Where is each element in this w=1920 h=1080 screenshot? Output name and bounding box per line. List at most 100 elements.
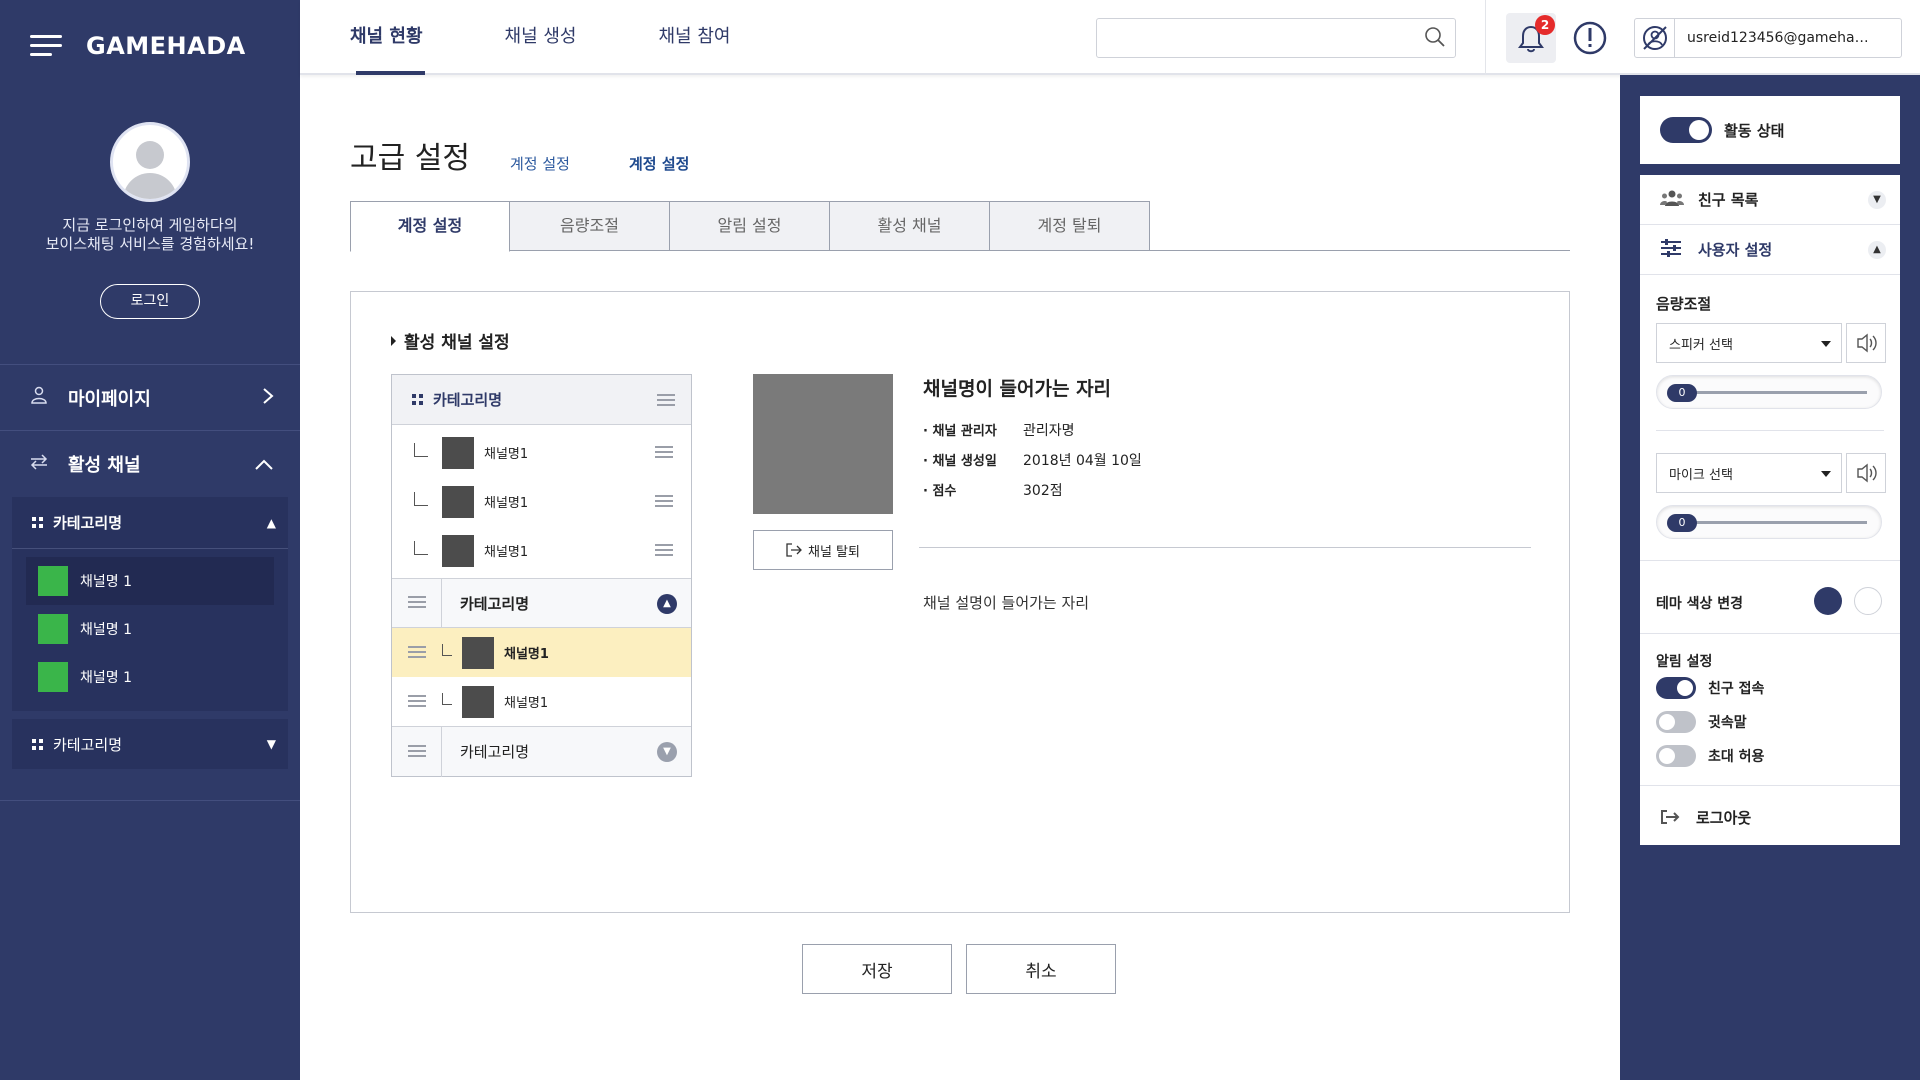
login-button[interactable]: 로그인 [100,284,200,319]
speaker-icon [1857,463,1877,483]
chevron-down-icon[interactable]: ▼ [657,742,677,762]
top-nav: 채널 현황 채널 생성 채널 참여 [350,0,812,75]
tab-volume[interactable]: 음량조절 [510,201,670,251]
tab-active-channels[interactable]: 활성 채널 [830,201,990,251]
drag-handle-icon[interactable] [655,446,673,458]
mic-select[interactable]: 마이크 선택 [1656,453,1842,493]
hamburger-menu-icon[interactable] [30,35,62,57]
sidebar-channel-list: 채널명 1 채널명 1 채널명 1 [12,549,288,711]
user-settings-label: 사용자 설정 [1698,241,1773,259]
caret-down-icon [1821,471,1831,477]
drag-handle-icon[interactable] [655,495,673,507]
search-icon[interactable] [1424,26,1446,48]
channel-name: 채널명1 [484,447,529,462]
channel-thumbnail [442,534,474,567]
section-title: 활성 채널 설정 [391,328,510,353]
drag-handle-icon[interactable] [408,646,426,658]
breadcrumb-item-current[interactable]: 계정 설정 [629,153,689,174]
tab-notification-settings[interactable]: 알림 설정 [670,201,830,251]
sliders-icon [1660,238,1684,261]
tab-account-delete[interactable]: 계정 탈퇴 [990,201,1150,251]
tree-channel-item-selected[interactable]: 채널명1 [392,628,691,677]
cancel-button[interactable]: 취소 [966,944,1116,994]
settings-tabs: 계정 설정 음량조절 알림 설정 활성 채널 계정 탈퇴 [350,201,1570,252]
sidebar-channel-item[interactable]: 채널명 1 [26,653,274,701]
chevron-down-icon[interactable]: ▼ [1868,191,1886,209]
leave-channel-label: 채널 탈퇴 [808,544,860,560]
channel-tree: 카테고리명 채널명1 채널명1 채널명1 카테고리명 ▲ 채널명1 채널명1 카… [391,374,692,777]
chevron-up-icon [254,452,274,476]
sidebar-category-header[interactable]: 카테고리명 ▼ [12,719,288,769]
save-button[interactable]: 저장 [802,944,952,994]
friends-icon [1660,189,1684,211]
drag-handle-icon[interactable] [408,596,426,608]
friends-list-header[interactable]: 친구 목록 ▼ [1640,175,1900,225]
tree-channel-item[interactable]: 채널명1 [392,677,691,726]
mic-select-value: 마이크 선택 [1669,467,1733,483]
sidebar-item-mypage[interactable]: 마이페이지 [0,365,300,431]
info-key: · 점수 [923,484,957,499]
top-bar: 채널 현황 채널 생성 채널 참여 2 usreid123456@gamehad… [300,0,1920,75]
notify-invite-toggle[interactable] [1656,745,1696,767]
notify-label: 귓속말 [1708,715,1747,731]
left-sidebar: GAMEHADA 지금 로그인하여 게임하다의 보이스채팅 서비스를 경험하세요… [0,0,300,1080]
caret-down-icon: ▼ [266,737,276,751]
theme-color-light[interactable] [1854,587,1882,615]
theme-color-dark[interactable] [1814,587,1842,615]
user-status-icon [1635,18,1675,58]
drag-handle-icon[interactable] [408,744,426,757]
channel-name: 채널명1 [504,696,549,711]
leave-channel-button[interactable]: 채널 탈퇴 [753,530,893,570]
notify-friend-login-toggle[interactable] [1656,677,1696,699]
caret-up-icon: ▲ [266,515,276,530]
tree-category-header[interactable]: 카테고리명 ▲ [392,578,691,628]
settings-box: 친구 목록 ▼ 사용자 설정 ▲ 음량조절 스피커 선택 0 마이크 선택 0 … [1640,175,1900,845]
drag-handle-icon[interactable] [655,544,673,556]
category-name: 카테고리명 [460,743,530,761]
drag-cell [392,578,442,628]
tree-channel-item[interactable]: 채널명1 [392,526,691,575]
breadcrumb-item[interactable]: 계정 설정 [510,153,570,174]
tab-channel-join[interactable]: 채널 참여 [658,0,730,75]
avatar [110,122,190,202]
info-row: · 점수 302점 [923,480,1142,510]
mic-test-button[interactable] [1846,453,1886,493]
speaker-select[interactable]: 스피커 선택 [1656,323,1842,363]
login-message-line2: 보이스채팅 서비스를 경험하세요! [45,235,255,253]
sidebar-channel-item[interactable]: 채널명 1 [26,557,274,605]
tree-channel-item[interactable]: 채널명1 [392,477,691,526]
channel-name: 채널명1 [484,496,529,511]
user-account-box[interactable]: usreid123456@gamehada... [1634,18,1902,58]
brand-header: GAMEHADA [0,0,300,92]
slider-handle[interactable]: 0 [1667,384,1697,402]
tree-channel-item[interactable]: 채널명1 [392,428,691,477]
slider-handle[interactable]: 0 [1667,514,1697,532]
activity-status-toggle[interactable] [1660,117,1712,143]
logout-button[interactable]: 로그아웃 [1660,797,1751,837]
mic-volume-slider[interactable]: 0 [1656,505,1882,539]
drag-cell [392,628,442,677]
user-settings-header[interactable]: 사용자 설정 ▲ [1640,225,1900,275]
drag-handle-icon[interactable] [408,695,426,707]
chevron-up-icon[interactable]: ▲ [657,594,677,614]
drag-cell [392,677,442,726]
speaker-volume-slider[interactable]: 0 [1656,375,1882,409]
tab-channel-create[interactable]: 채널 생성 [505,0,577,75]
tab-account-settings[interactable]: 계정 설정 [350,201,510,252]
speaker-test-button[interactable] [1846,323,1886,363]
sidebar-category-closed[interactable]: 카테고리명 ▼ [12,719,288,769]
exclamation-icon[interactable] [1570,18,1610,58]
sidebar-category-header[interactable]: 카테고리명 ▲ [12,497,288,549]
sidebar-channel-item[interactable]: 채널명 1 [26,605,274,653]
search-input[interactable] [1096,18,1456,58]
page-title: 고급 설정 [350,141,470,176]
sidebar-item-active-channels[interactable]: 활성 채널 [0,431,300,497]
tree-category-header[interactable]: 카테고리명 ▼ [392,726,691,777]
divider [1485,0,1486,75]
channel-name: 채널명1 [484,545,529,560]
chevron-up-icon[interactable]: ▲ [1868,241,1886,259]
notify-whisper-toggle[interactable] [1656,711,1696,733]
tab-channel-status[interactable]: 채널 현황 [350,0,425,75]
drag-handle-icon[interactable] [657,394,675,406]
tree-category-header[interactable]: 카테고리명 [392,375,691,425]
